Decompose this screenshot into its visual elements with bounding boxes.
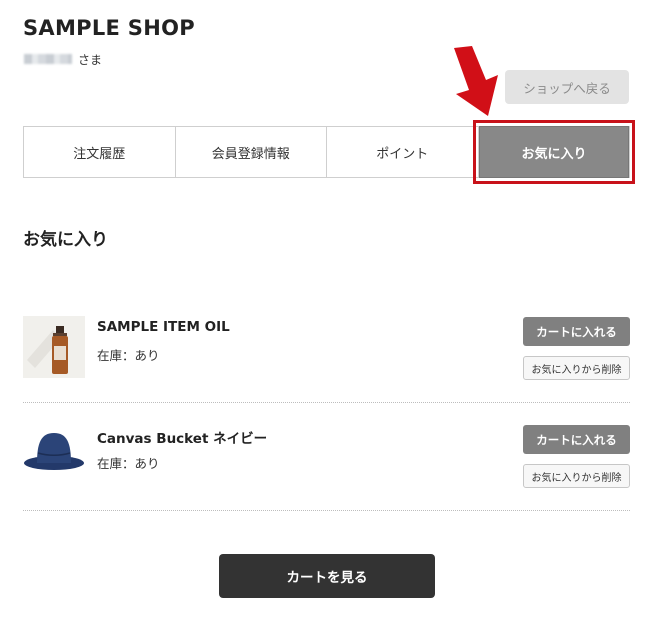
remove-favorite-button[interactable]: お気に入りから削除 [523,356,630,380]
blurred-username [24,54,72,64]
tab-label: 注文履歴 [73,146,126,162]
tab-member-info[interactable]: 会員登録情報 [176,127,327,177]
tab-points[interactable]: ポイント [327,127,479,177]
add-to-cart-button[interactable]: カートに入れる [523,317,630,346]
divider [23,402,630,403]
item-stock: 在庫：あり [97,456,160,471]
item-stock: 在庫：あり [97,348,160,363]
red-arrow-icon [454,46,498,116]
user-honorific: さま [78,52,103,67]
list-item: SAMPLE ITEM OIL 在庫：あり カートに入れる お気に入りから削除 [23,310,630,410]
user-greeting: さま [24,50,102,68]
tab-label: ポイント [376,146,429,162]
list-item: Canvas Bucket ネイビー 在庫：あり カートに入れる お気に入りから… [23,418,630,518]
tab-order-history[interactable]: 注文履歴 [24,127,176,177]
tab-favorites[interactable]: お気に入り [479,126,629,178]
tab-label: 会員登録情報 [211,146,290,162]
remove-favorite-button[interactable]: お気に入りから削除 [523,464,630,488]
back-to-shop-button[interactable]: ショップへ戻る [505,70,629,104]
divider [23,510,630,511]
tab-label: お気に入り [521,146,587,162]
add-to-cart-button[interactable]: カートに入れる [523,425,630,454]
view-cart-button[interactable]: カートを見る [219,554,435,598]
favorites-heading: お気に入り [23,230,108,250]
shop-title: SAMPLE SHOP [23,16,195,40]
item-name[interactable]: Canvas Bucket ネイビー [97,427,267,447]
item-name[interactable]: SAMPLE ITEM OIL [97,319,230,335]
oil-bottle-icon [23,316,85,378]
bucket-hat-icon [24,433,84,470]
